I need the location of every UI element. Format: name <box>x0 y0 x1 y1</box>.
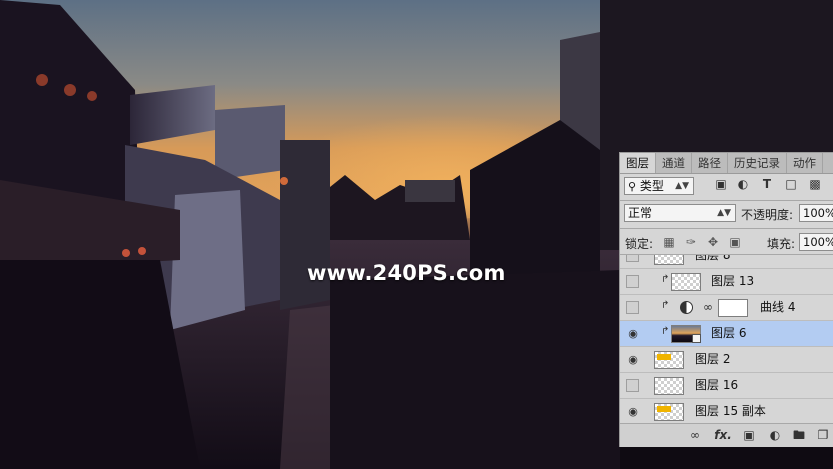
visibility-toggle[interactable] <box>626 379 639 392</box>
clipping-mask-icon: ↱ <box>661 326 670 337</box>
pixel-filter-icon[interactable]: ▣ <box>714 177 728 191</box>
lock-position-icon[interactable]: ✥ <box>706 235 720 249</box>
shape-filter-icon[interactable]: □ <box>784 177 798 191</box>
new-layer-icon[interactable]: ❐ <box>816 428 830 442</box>
search-icon: ⚲ <box>628 180 637 193</box>
eye-icon[interactable]: ◉ <box>626 405 640 418</box>
link-icon[interactable]: ∞ <box>703 300 713 314</box>
folder-icon[interactable]: 🖿 <box>792 428 806 442</box>
layer-list: 图层 8 ↱ 图层 13 ↱ ∞ 曲线 4 ◉ ↱ 图层 6 ◉ 图层 2 图层… <box>620 255 833 423</box>
opacity-input[interactable]: 100% <box>799 204 833 222</box>
layer-row[interactable]: ↱ 图层 13 <box>620 269 833 295</box>
layer-row[interactable]: ◉ 图层 15 副本 <box>620 399 833 423</box>
layer-thumbnail <box>654 403 684 421</box>
lock-transparent-icon[interactable]: ▦ <box>662 235 676 249</box>
tab-paths[interactable]: 路径 <box>692 153 728 173</box>
layer-name: 图层 15 副本 <box>695 404 766 418</box>
fill-input[interactable]: 100% <box>799 233 833 251</box>
tab-actions[interactable]: 动作 <box>787 153 823 173</box>
layer-name: 图层 8 <box>695 255 731 262</box>
layer-name: 图层 13 <box>711 274 755 288</box>
layers-panel: 图层 通道 路径 历史记录 动作 ⚲ 类型 ▲▼ ▣ ◐ T □ ▩ 正常 ▲▼… <box>619 152 833 447</box>
divider <box>620 228 833 229</box>
type-filter-icon[interactable]: T <box>760 177 774 191</box>
fill-label: 填充: <box>767 237 796 251</box>
smart-object-filter-icon[interactable]: ▩ <box>808 177 822 191</box>
layer-thumbnail <box>671 273 701 291</box>
panel-tabs: 图层 通道 路径 历史记录 动作 <box>620 153 833 174</box>
layer-row[interactable]: 图层 8 <box>620 255 833 269</box>
filter-value: 类型 <box>639 179 664 193</box>
clipping-mask-icon: ↱ <box>661 274 670 285</box>
chevron-down-icon: ▲▼ <box>675 181 689 191</box>
layer-row[interactable]: ↱ ∞ 曲线 4 <box>620 295 833 321</box>
tab-channels[interactable]: 通道 <box>656 153 692 173</box>
layer-name: 图层 2 <box>695 352 731 366</box>
layer-name: 图层 6 <box>711 326 747 340</box>
lock-label: 锁定: <box>625 237 654 251</box>
opacity-label: 不透明度: <box>741 208 794 222</box>
layer-filter-select[interactable]: ⚲ 类型 ▲▼ <box>624 177 694 195</box>
link-icon[interactable]: ∞ <box>688 428 702 442</box>
adjustment-icon[interactable]: ◐ <box>768 428 782 442</box>
eye-icon[interactable]: ◉ <box>626 327 640 340</box>
visibility-toggle[interactable] <box>626 255 639 262</box>
layers-bottom-bar: ∞ fx. ▣ ◐ 🖿 ❐ <box>620 423 833 447</box>
layer-row[interactable]: ◉ 图层 2 <box>620 347 833 373</box>
adjustment-filter-icon[interactable]: ◐ <box>736 177 750 191</box>
blend-mode-value: 正常 <box>628 206 653 220</box>
layer-name: 图层 16 <box>695 378 739 392</box>
layer-name: 曲线 4 <box>760 300 796 314</box>
layer-thumbnail <box>654 255 684 265</box>
lock-all-icon[interactable]: ▣ <box>728 235 742 249</box>
fx-icon[interactable]: fx. <box>712 428 734 442</box>
eye-icon[interactable]: ◉ <box>626 353 640 366</box>
watermark-text: www.240PS.com <box>307 261 506 285</box>
blend-mode-select[interactable]: 正常 ▲▼ <box>624 204 736 222</box>
visibility-toggle[interactable] <box>626 301 639 314</box>
tab-history[interactable]: 历史记录 <box>728 153 787 173</box>
chevron-down-icon: ▲▼ <box>717 208 731 218</box>
layer-mask-thumbnail[interactable] <box>718 299 748 317</box>
curves-adjustment-icon <box>680 301 693 314</box>
layer-thumbnail <box>654 351 684 369</box>
divider <box>620 200 833 201</box>
clipping-mask-icon: ↱ <box>661 300 670 311</box>
lock-image-icon[interactable]: ✑ <box>684 235 698 249</box>
layer-row-selected[interactable]: ◉ ↱ 图层 6 <box>620 321 833 347</box>
mask-icon[interactable]: ▣ <box>742 428 756 442</box>
layer-thumbnail <box>654 377 684 395</box>
layer-thumbnail <box>671 325 701 343</box>
visibility-toggle[interactable] <box>626 275 639 288</box>
layer-row[interactable]: 图层 16 <box>620 373 833 399</box>
tab-layers[interactable]: 图层 <box>620 153 656 173</box>
